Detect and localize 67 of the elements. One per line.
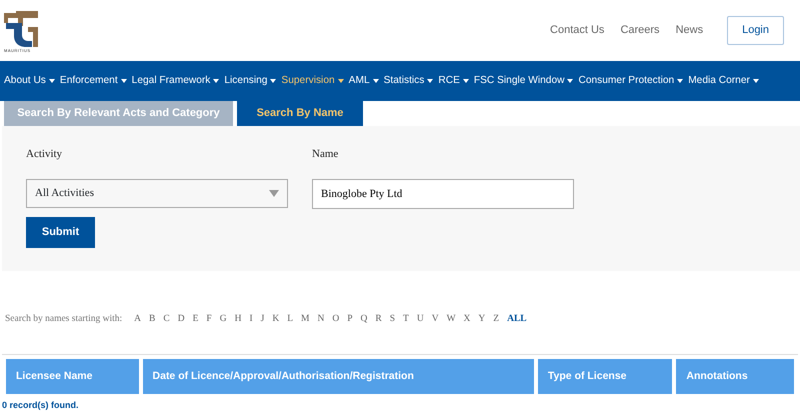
caret-icon [567, 78, 574, 83]
column-header: Annotations [676, 359, 794, 394]
column-header: Licensee Name [6, 359, 139, 394]
letter-link[interactable]: F [206, 312, 212, 327]
letter-link[interactable]: E [192, 312, 198, 327]
letter-link[interactable]: X [464, 312, 470, 327]
nav-item[interactable]: Legal Framework [132, 73, 220, 89]
letter-link[interactable]: Q [360, 312, 368, 327]
letter-link[interactable]: B [149, 312, 156, 327]
letter-link[interactable]: H [234, 312, 242, 327]
field-label: Name [312, 147, 340, 162]
letter-link[interactable]: V [432, 312, 439, 327]
letter-link[interactable]: I [249, 312, 253, 327]
letter-link[interactable]: W [446, 312, 456, 327]
letter-link[interactable]: K [272, 312, 280, 327]
activity-select[interactable]: All Activities [26, 178, 288, 208]
letter-link[interactable]: T [403, 312, 409, 327]
column-header: Date of Licence/Approval/Authorisation/Registration [142, 359, 534, 394]
letter-link[interactable]: S [390, 312, 396, 327]
letter-link[interactable]: C [163, 312, 170, 327]
caret-icon [270, 78, 276, 83]
tab[interactable]: Search By Name [237, 101, 363, 126]
letter-link[interactable]: L [287, 312, 293, 327]
nav-item[interactable]: FSC Single Window [474, 73, 574, 89]
caret-icon [213, 78, 220, 83]
nav-item[interactable]: Statistics [384, 73, 434, 89]
column-header: Type of License [538, 359, 672, 394]
nav-item[interactable]: Supervision [281, 73, 344, 89]
letter-link[interactable]: Z [493, 312, 500, 327]
letter-link[interactable]: D [178, 312, 185, 327]
letter-link[interactable]: G [220, 312, 227, 327]
caret-icon [427, 78, 434, 83]
caret-icon [462, 78, 469, 83]
top-link[interactable]: Contact Us [550, 22, 604, 39]
letter-link[interactable]: P [347, 312, 352, 327]
login-button[interactable]: Login [727, 16, 784, 45]
name-input[interactable]: Binoglobe Pty Ltd [312, 178, 574, 208]
submit-button[interactable]: Submit [26, 216, 95, 248]
dropdown-arrow-icon [269, 190, 279, 196]
letter-link[interactable]: U [416, 312, 424, 327]
top-link[interactable]: News [676, 22, 704, 39]
caret-icon [372, 78, 379, 83]
letter-link[interactable]: Y [478, 312, 486, 327]
letter-link[interactable]: N [317, 312, 324, 327]
nav-item[interactable]: Media Corner [688, 73, 759, 89]
letter-link[interactable]: J [260, 312, 264, 327]
letter-link[interactable]: A [134, 312, 142, 327]
nav-item[interactable]: Enforcement [60, 73, 127, 89]
nav-item[interactable]: Consumer Protection [578, 73, 684, 89]
caret-icon [48, 78, 55, 83]
letter-link[interactable]: R [375, 312, 382, 327]
nav-item[interactable]: About Us [4, 73, 55, 89]
filter-label: Search by names starting with: [5, 313, 122, 326]
caret-icon [752, 78, 759, 83]
caret-icon [338, 78, 344, 83]
logo-icon [4, 8, 38, 48]
nav-item[interactable]: Licensing [224, 73, 276, 89]
caret-icon [677, 78, 684, 83]
nav-item[interactable]: AML [348, 73, 379, 89]
letter-link[interactable]: M [301, 312, 310, 327]
letter-link[interactable]: O [332, 312, 340, 327]
top-link[interactable]: Careers [620, 22, 660, 39]
record-count: 0 record(s) found. [1, 399, 80, 412]
field-label: Activity [26, 147, 64, 162]
nav-item[interactable]: RCE [438, 73, 469, 89]
caret-icon [120, 78, 127, 83]
letter-link[interactable]: ALL [507, 312, 527, 327]
